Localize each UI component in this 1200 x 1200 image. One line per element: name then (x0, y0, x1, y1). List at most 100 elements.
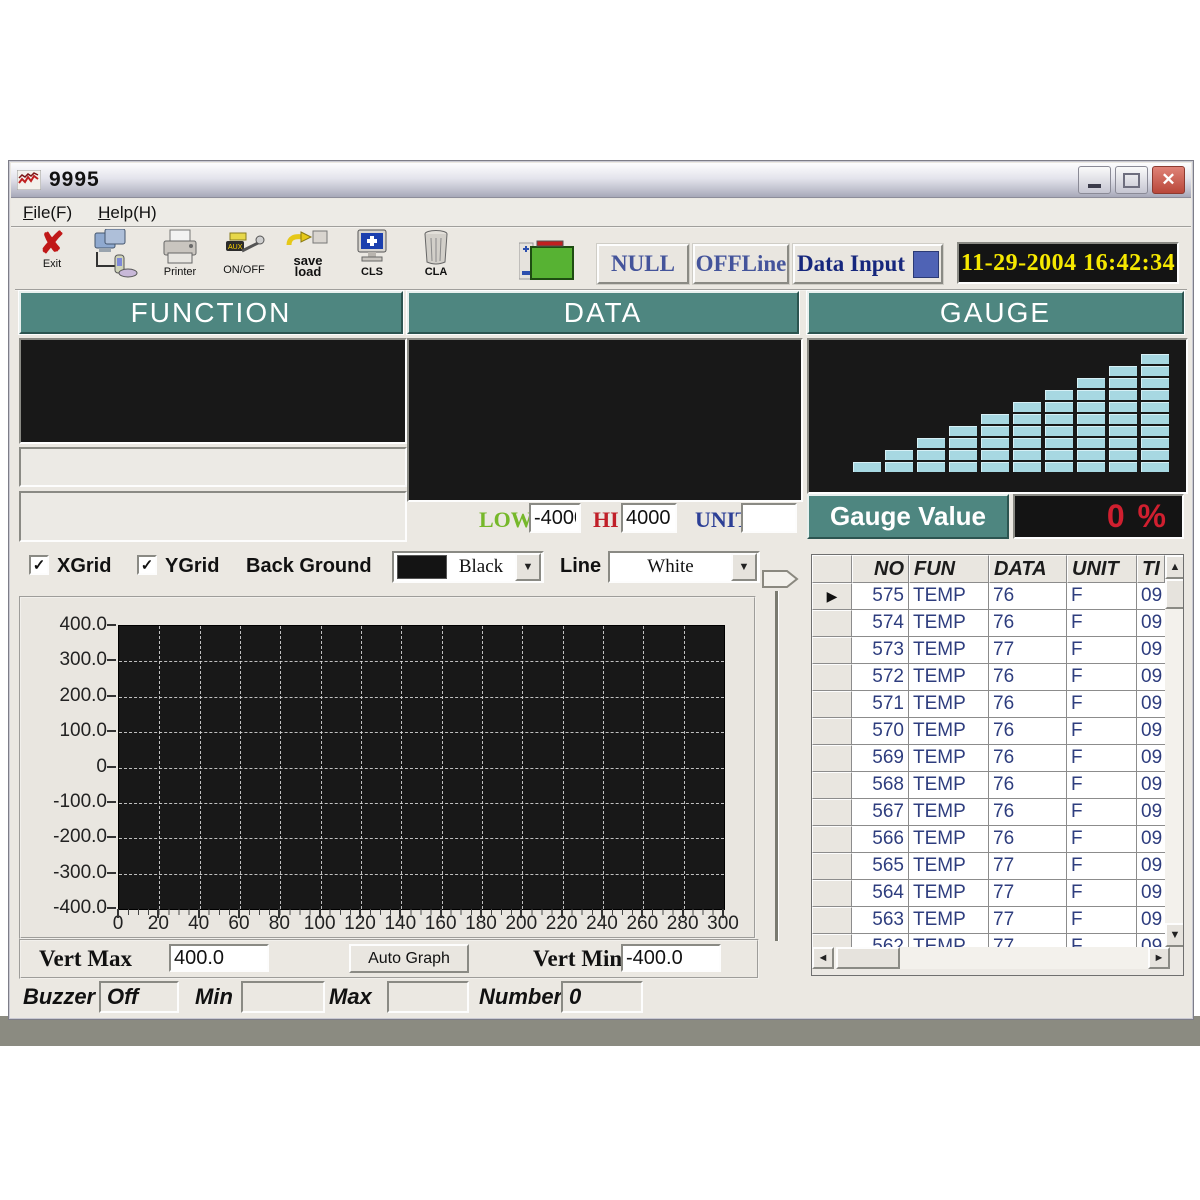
function-subdisplay-1 (19, 447, 407, 487)
table-column-header[interactable]: UNIT (1067, 555, 1137, 583)
cls-button[interactable]: CLS (347, 229, 397, 285)
save-load-button[interactable]: save load (283, 229, 333, 285)
table-cell: F (1067, 583, 1137, 610)
table-row[interactable]: 571TEMP76F09 (812, 691, 1165, 718)
printer-icon (160, 229, 200, 267)
y-tick-label: 0 (21, 756, 107, 778)
table-column-header[interactable]: DATA (989, 555, 1067, 583)
table-cell: 09 (1137, 907, 1165, 934)
limits-row: LOW HI UNIT (407, 501, 799, 539)
printer-button[interactable]: Printer (155, 229, 205, 285)
low-input[interactable] (529, 503, 581, 533)
vert-min-input[interactable] (621, 944, 721, 972)
gauge-value-display: 0 % (1013, 494, 1184, 539)
row-selector-cell: ▶ (812, 583, 852, 610)
svg-text:AUX: AUX (228, 244, 243, 251)
background-label: Back Ground (246, 555, 372, 578)
scroll-up-icon[interactable]: ▲ (1165, 555, 1184, 579)
on-off-button[interactable]: AUX ON/OFF (219, 229, 269, 285)
table-cell: 09 (1137, 853, 1165, 880)
y-tick-label: 200.0 (21, 685, 107, 707)
table-row[interactable]: 574TEMP76F09 (812, 610, 1165, 637)
xgrid-checkbox[interactable]: ✓ (29, 555, 49, 575)
table-cell: F (1067, 907, 1137, 934)
hi-label: HI (593, 507, 619, 533)
table-row[interactable]: 567TEMP76F09 (812, 799, 1165, 826)
data-table[interactable]: NOFUNDATAUNITTI▶575TEMP76F09574TEMP76F09… (811, 554, 1184, 976)
v-scrollbar-thumb[interactable] (1165, 579, 1184, 609)
table-row[interactable]: 569TEMP76F09 (812, 745, 1165, 772)
window-titlebar[interactable]: 9995 ✕ (11, 163, 1191, 198)
table-row[interactable]: ▶575TEMP76F09 (812, 583, 1165, 610)
table-cell: F (1067, 691, 1137, 718)
table-selector-header[interactable] (812, 555, 852, 583)
connect-button[interactable] (91, 229, 141, 285)
line-select[interactable]: White ▼ (608, 551, 760, 583)
maximize-button[interactable] (1115, 166, 1148, 194)
table-row[interactable]: 563TEMP77F09 (812, 907, 1165, 934)
null-indicator[interactable]: NULL (597, 244, 689, 284)
table-column-header[interactable]: NO (852, 555, 909, 583)
exit-button[interactable]: ✘ Exit (27, 229, 77, 285)
minimize-button[interactable] (1078, 166, 1111, 194)
gauge-bar-display (807, 338, 1188, 494)
table-cell: 566 (852, 826, 909, 853)
scroll-down-icon[interactable]: ▼ (1165, 923, 1184, 947)
ygrid-checkbox[interactable]: ✓ (137, 555, 157, 575)
table-row[interactable]: 565TEMP77F09 (812, 853, 1165, 880)
menu-file[interactable]: File(F) (23, 203, 72, 223)
v-scrollbar-track[interactable] (1165, 579, 1184, 923)
h-scrollbar-thumb[interactable] (836, 947, 900, 969)
menu-help[interactable]: Help(H) (98, 203, 157, 223)
table-cell: 76 (989, 664, 1067, 691)
chevron-down-icon[interactable]: ▼ (731, 553, 757, 581)
graph-slider-track[interactable] (775, 591, 779, 941)
table-row[interactable]: 570TEMP76F09 (812, 718, 1165, 745)
vert-max-input[interactable] (169, 944, 269, 972)
table-cell: TEMP (909, 691, 989, 718)
scroll-left-icon[interactable]: ◄ (812, 947, 834, 969)
unit-input[interactable] (741, 503, 797, 533)
table-column-header[interactable]: TI (1137, 555, 1165, 583)
table-cell: F (1067, 799, 1137, 826)
background-select[interactable]: Black ▼ (392, 551, 544, 583)
row-selector-cell (812, 907, 852, 934)
table-row[interactable]: 564TEMP77F09 (812, 880, 1165, 907)
table-cell: 76 (989, 799, 1067, 826)
computer-connect-icon (93, 229, 139, 279)
table-cell: 570 (852, 718, 909, 745)
table-cell: TEMP (909, 826, 989, 853)
close-button[interactable]: ✕ (1152, 166, 1185, 194)
function-subdisplay-2 (19, 491, 407, 542)
table-cell: TEMP (909, 772, 989, 799)
table-cell: 564 (852, 880, 909, 907)
table-row[interactable]: 568TEMP76F09 (812, 772, 1165, 799)
chevron-down-icon[interactable]: ▼ (515, 553, 541, 581)
graph-slider-thumb[interactable] (761, 569, 801, 591)
gauge-bar-column (1141, 354, 1169, 472)
table-row[interactable]: 573TEMP77F09 (812, 637, 1165, 664)
row-selector-cell (812, 664, 852, 691)
data-input-indicator[interactable]: Data Input (793, 244, 943, 284)
table-cell: F (1067, 745, 1137, 772)
cla-button[interactable]: CLA (411, 229, 461, 285)
table-cell: 571 (852, 691, 909, 718)
gauge-bar-column (1109, 366, 1137, 472)
min-label: Min (195, 984, 233, 1010)
offline-indicator[interactable]: OFFLine (693, 244, 789, 284)
scroll-right-icon[interactable]: ► (1148, 947, 1170, 969)
y-tick-label: -300.0 (21, 862, 107, 884)
table-cell: 76 (989, 745, 1067, 772)
table-row[interactable]: 572TEMP76F09 (812, 664, 1165, 691)
table-cell: 76 (989, 718, 1067, 745)
menu-bar: File(F) Help(H) (11, 199, 1191, 228)
table-cell: TEMP (909, 853, 989, 880)
chart-panel: 400.0300.0200.0100.00-100.0-200.0-300.0-… (19, 596, 756, 939)
y-tick-label: -400.0 (21, 897, 107, 919)
hi-input[interactable] (621, 503, 677, 533)
table-column-header[interactable]: FUN (909, 555, 989, 583)
min-value (241, 981, 325, 1013)
y-tick-label: 400.0 (21, 614, 107, 636)
table-row[interactable]: 566TEMP76F09 (812, 826, 1165, 853)
auto-graph-button[interactable]: Auto Graph (349, 944, 469, 973)
